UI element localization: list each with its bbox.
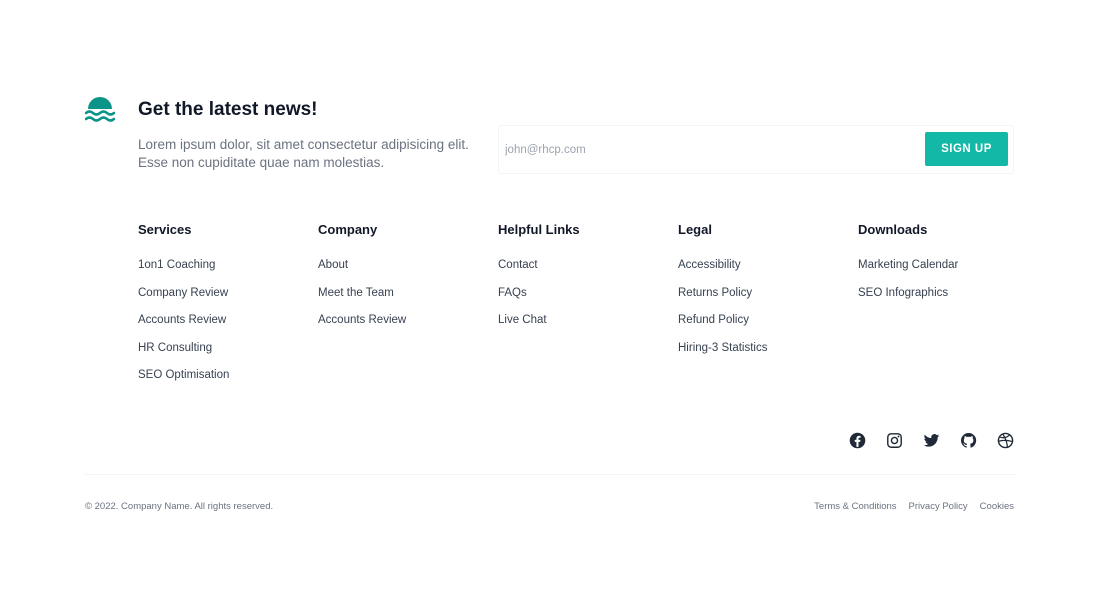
copyright-text: © 2022. Company Name. All rights reserve… [85,501,274,512]
footer-link[interactable]: FAQs [498,287,527,299]
footer-column-helpful-links: Helpful Links Contact FAQs Live Chat [498,222,580,341]
instagram-icon[interactable] [886,432,903,449]
signup-form: SIGN UP [498,125,1014,174]
footer-column-company: Company About Meet the Team Accounts Rev… [318,222,406,341]
legal-links: Terms & Conditions Privacy Policy Cookie… [814,501,1014,512]
signup-button[interactable]: SIGN UP [925,132,1008,166]
footer-link[interactable]: Accounts Review [318,314,406,326]
footer-link[interactable]: About [318,259,348,271]
footer-link[interactable]: Live Chat [498,314,547,326]
github-icon[interactable] [960,432,977,449]
column-title: Legal [678,222,712,237]
waves-icon [84,97,116,125]
column-title: Helpful Links [498,222,580,237]
footer-link[interactable]: Refund Policy [678,314,749,326]
column-title: Services [138,222,192,237]
footer-divider [85,474,1015,475]
cookies-link[interactable]: Cookies [980,501,1014,512]
footer-link[interactable]: Returns Policy [678,287,752,299]
twitter-icon[interactable] [923,432,940,449]
footer-link[interactable]: Accounts Review [138,314,226,326]
footer-link[interactable]: Marketing Calendar [858,259,958,271]
footer-column-legal: Legal Accessibility Returns Policy Refun… [678,222,767,368]
privacy-link[interactable]: Privacy Policy [909,501,968,512]
newsletter-title: Get the latest news! [138,99,318,120]
footer-link[interactable]: SEO Optimisation [138,369,229,381]
footer-column-downloads: Downloads Marketing Calendar SEO Infogra… [858,222,958,313]
email-input[interactable] [505,132,915,167]
footer-link[interactable]: Contact [498,259,538,271]
footer-link[interactable]: SEO Infographics [858,287,948,299]
footer-link[interactable]: Hiring-3 Statistics [678,342,767,354]
footer-link[interactable]: 1on1 Coaching [138,259,215,271]
footer-column-services: Services 1on1 Coaching Company Review Ac… [138,222,229,396]
footer-link[interactable]: Company Review [138,287,228,299]
dribbble-icon[interactable] [997,432,1014,449]
footer-link[interactable]: HR Consulting [138,342,212,354]
terms-link[interactable]: Terms & Conditions [814,501,896,512]
social-links [849,432,1014,449]
column-title: Company [318,222,378,237]
footer-link[interactable]: Meet the Team [318,287,394,299]
facebook-icon[interactable] [849,432,866,449]
newsletter-description: Lorem ipsum dolor, sit amet consectetur … [138,137,469,170]
footer-link[interactable]: Accessibility [678,259,741,271]
column-title: Downloads [858,222,928,237]
